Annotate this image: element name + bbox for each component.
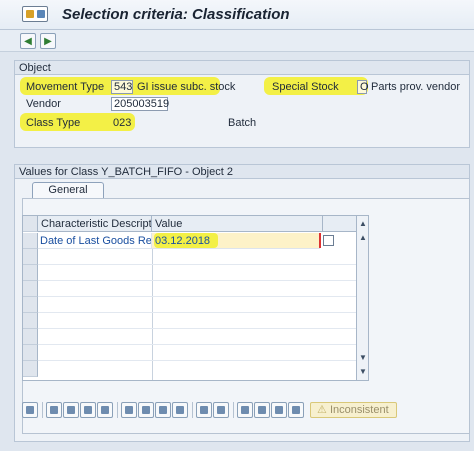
inconsistent-label: Inconsistent xyxy=(329,404,389,416)
table-header: Characteristic Description Value xyxy=(23,216,368,232)
separator xyxy=(117,402,118,418)
row-line xyxy=(38,328,368,329)
object-group-title: Object xyxy=(15,61,469,75)
characteristics-table: Characteristic Description Value Date of… xyxy=(22,215,369,381)
row-selector[interactable] xyxy=(23,345,38,361)
row-selector[interactable] xyxy=(23,281,38,297)
page-title: Selection criteria: Classification xyxy=(62,6,290,23)
movement-type-description: GI issue subc. stock xyxy=(137,81,236,93)
row-selector[interactable] xyxy=(23,313,38,329)
row-selector[interactable] xyxy=(23,297,38,313)
tab-general[interactable]: General xyxy=(32,182,104,198)
separator xyxy=(233,402,234,418)
column-header-value[interactable]: Value xyxy=(152,216,323,232)
special-stock-label: Special Stock xyxy=(272,81,339,93)
row-1-description: Date of Last Goods Recei... xyxy=(38,233,152,249)
row-selector[interactable] xyxy=(23,233,38,249)
copy-icon[interactable] xyxy=(138,402,154,418)
separator xyxy=(42,402,43,418)
object-group: Object xyxy=(14,60,470,148)
row-selector[interactable] xyxy=(23,361,38,377)
scroll-up-icon[interactable]: ▲ xyxy=(358,218,368,230)
special-stock-description: Parts prov. vendor xyxy=(371,81,461,93)
select-all-column[interactable] xyxy=(23,216,38,232)
back-icon[interactable]: ◀ xyxy=(20,33,36,49)
inconsistent-button[interactable]: ⚠ Inconsistent xyxy=(310,402,397,418)
columns-icon[interactable] xyxy=(271,402,287,418)
movement-type-label: Movement Type xyxy=(26,81,105,93)
forward-icon[interactable]: ▶ xyxy=(40,33,56,49)
row-selector[interactable] xyxy=(23,249,38,265)
vendor-field[interactable]: 205003519 xyxy=(111,97,169,111)
row-1-value-cell[interactable]: 03.12.2018 xyxy=(152,233,321,249)
field-border-mark xyxy=(319,233,321,248)
row-line xyxy=(38,344,368,345)
details-icon[interactable] xyxy=(22,402,38,418)
row-line xyxy=(38,360,368,361)
scroll-top-icon[interactable]: ▲ xyxy=(358,232,368,244)
row-selector[interactable] xyxy=(23,265,38,281)
deselect-all-icon[interactable] xyxy=(63,402,79,418)
delete-icon[interactable] xyxy=(172,402,188,418)
row-line xyxy=(38,280,368,281)
warning-icon: ⚠ xyxy=(317,404,327,416)
paste-icon[interactable] xyxy=(155,402,171,418)
row-line xyxy=(38,296,368,297)
movement-type-field[interactable]: 543 xyxy=(111,80,133,94)
column-header-description[interactable]: Characteristic Description xyxy=(38,216,152,232)
row-line xyxy=(38,264,368,265)
sort-descending-icon[interactable] xyxy=(97,402,113,418)
special-stock-field[interactable]: O xyxy=(357,80,369,94)
sap-menu-icon[interactable] xyxy=(22,6,48,22)
values-group-title: Values for Class Y_BATCH_FIFO - Object 2 xyxy=(15,165,469,179)
print-icon[interactable] xyxy=(288,402,304,418)
title-bar: Selection criteria: Classification xyxy=(0,0,474,30)
row-selector[interactable] xyxy=(23,329,38,345)
find-icon[interactable] xyxy=(237,402,253,418)
undo-icon[interactable] xyxy=(254,402,270,418)
class-type-label: Class Type xyxy=(26,117,81,129)
scroll-bottom-icon[interactable]: ▼ xyxy=(358,352,368,364)
delete-row-icon[interactable] xyxy=(213,402,229,418)
vendor-label: Vendor xyxy=(26,98,61,110)
scroll-down-icon[interactable]: ▼ xyxy=(358,366,368,378)
value-help-icon[interactable] xyxy=(323,235,334,246)
class-type-value: 023 xyxy=(113,117,132,129)
cut-icon[interactable] xyxy=(121,402,137,418)
select-all-icon[interactable] xyxy=(46,402,62,418)
separator xyxy=(192,402,193,418)
insert-row-icon[interactable] xyxy=(196,402,212,418)
sort-ascending-icon[interactable] xyxy=(80,402,96,418)
batch-label: Batch xyxy=(228,117,257,129)
table-scrollbar[interactable]: ▲ ▲ ▼ ▼ xyxy=(356,216,368,380)
tab-strip: General xyxy=(22,182,470,198)
row-line xyxy=(38,312,368,313)
row-1-value[interactable]: 03.12.2018 xyxy=(155,234,210,248)
application-toolbar: ◀ ▶ xyxy=(0,30,474,52)
